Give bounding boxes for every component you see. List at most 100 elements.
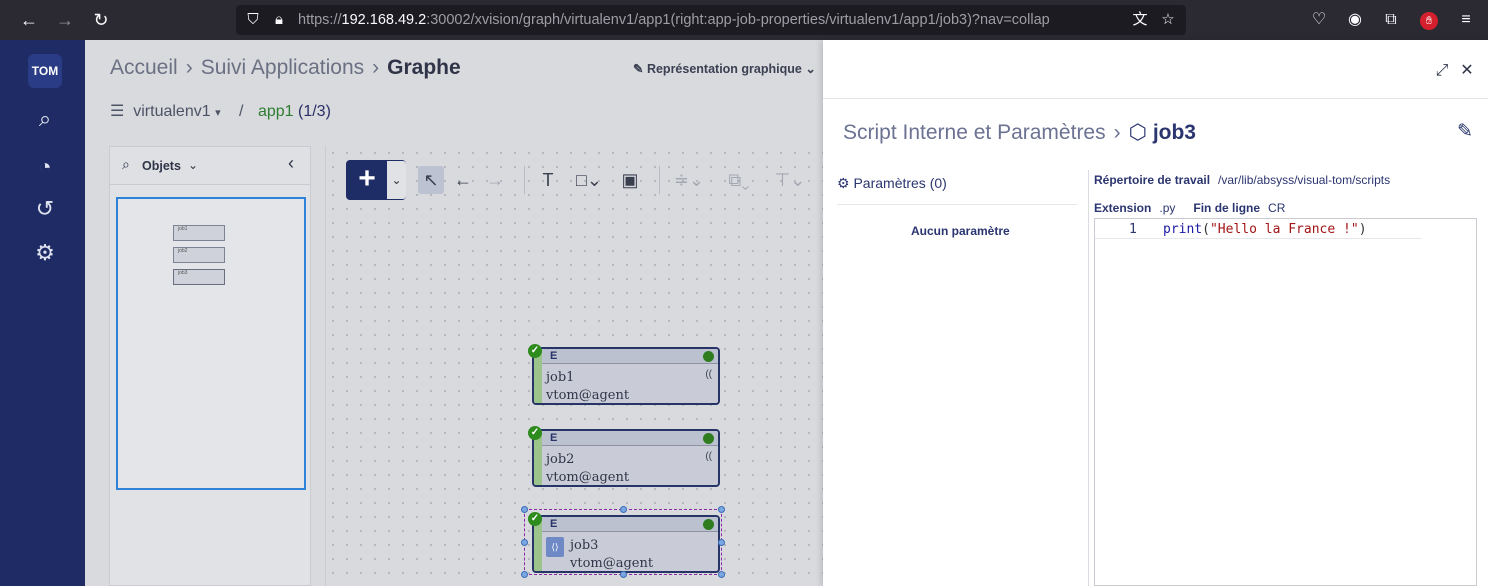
redo-arrow-icon[interactable]: → xyxy=(482,166,508,194)
job-type: E xyxy=(550,350,558,362)
resize-handle[interactable] xyxy=(521,506,528,513)
job-node-job2[interactable]: E job2 (( vtom@agent xyxy=(532,429,720,487)
objects-panel: ⌕ Objets ⌄ ‹ job1 job2 job3 xyxy=(109,146,311,586)
extension-row: Extension .py Fin de ligne CR xyxy=(1094,201,1286,215)
objects-header: ⌕ Objets ⌄ ‹ xyxy=(110,147,310,185)
job-node-job1[interactable]: E job1 (( vtom@agent xyxy=(532,347,720,405)
environment-select[interactable]: virtualenv1 xyxy=(133,103,210,120)
extension-hand-icon[interactable]: ✋︎ xyxy=(1417,8,1441,32)
collapse-chevron-left-icon[interactable]: ‹ xyxy=(288,153,294,174)
pocket-icon[interactable]: ♡ xyxy=(1307,8,1331,32)
search-objects-icon[interactable]: ⌕ xyxy=(28,104,62,134)
clock-icon xyxy=(703,433,714,444)
resize-handle[interactable] xyxy=(718,539,725,546)
chevron-down-icon[interactable]: ⌄ xyxy=(387,161,406,199)
shield-icon[interactable]: ⛉ xyxy=(242,9,264,31)
type-strip xyxy=(542,349,718,364)
resize-handle[interactable] xyxy=(620,506,627,513)
job-agent: vtom@agent xyxy=(546,388,630,403)
duplicate-icon[interactable]: ⧉⌄ xyxy=(722,166,756,194)
breadcrumb-current: Graphe xyxy=(387,56,461,79)
list-icon: ☰ xyxy=(110,103,125,120)
representation-dropdown[interactable]: ✎ Représentation graphique ⌄ xyxy=(633,61,816,76)
search-icon[interactable]: ⌕ xyxy=(122,156,130,173)
account-icon[interactable]: ◉ xyxy=(1343,8,1367,32)
column-divider xyxy=(1088,170,1089,586)
minimap[interactable]: job1 job2 job3 xyxy=(116,197,306,490)
environment-row: ☰ virtualenv1 ▾ / app1 (1/3) xyxy=(110,103,331,120)
minimap-node: job2 xyxy=(173,247,225,263)
translate-icon[interactable]: 文 xyxy=(1129,9,1151,31)
resize-handle[interactable] xyxy=(521,571,528,578)
reload-icon[interactable]: ↻ xyxy=(89,8,113,32)
panel-header: ⤢ ✕ xyxy=(823,40,1488,99)
job-agent: vtom@agent xyxy=(570,556,654,571)
layout-tree-icon[interactable]: ⊤⌄ xyxy=(770,166,810,194)
success-check-icon: ✓ xyxy=(528,426,542,440)
workdir-row: Répertoire de travail/var/lib/absyss/vis… xyxy=(1094,173,1391,187)
align-icon[interactable]: ≑⌄ xyxy=(672,166,706,194)
toolbar-divider xyxy=(524,166,525,194)
objects-dropdown[interactable]: Objets xyxy=(142,159,181,173)
main-area: Accueil › Suivi Applications › Graphe ✎ Repr… xyxy=(85,40,823,586)
address-bar[interactable]: ⛉ 🔒︎ https://192.168.49.2:30002/xvision/… xyxy=(236,5,1186,35)
shape-tool-icon[interactable]: □⌄ xyxy=(572,166,606,194)
tom-logo[interactable]: TOM xyxy=(28,54,62,88)
success-check-icon: ✓ xyxy=(528,344,542,358)
lock-icon[interactable]: 🔒︎ xyxy=(268,9,290,31)
text-tool-icon[interactable]: T xyxy=(535,166,561,194)
breadcrumb-home[interactable]: Accueil xyxy=(110,56,178,79)
undo-arrow-icon[interactable]: ← xyxy=(450,166,476,194)
history-icon[interactable]: ↺ xyxy=(28,194,62,224)
minimap-node: job1 xyxy=(173,225,225,241)
script-icon: ⟨⟩ xyxy=(546,537,564,557)
extensions-icon[interactable]: ⧉ xyxy=(1379,8,1403,32)
back-arrow-icon[interactable]: ← xyxy=(17,8,41,32)
job-properties-panel: ⤢ ✕ Script Interne et Paramètres › ⬡ job3 … xyxy=(823,40,1488,586)
job-type: E xyxy=(550,518,558,530)
cube-icon: ⬡ xyxy=(1128,121,1147,144)
settings-gear-icon[interactable]: ⚙︎ xyxy=(28,238,62,268)
resize-handle[interactable] xyxy=(718,506,725,513)
bookmark-star-icon[interactable]: ☆ xyxy=(1157,9,1179,31)
graph-canvas[interactable]: + ⌄ ↖ ← → T □⌄ ▣ ≑⌄ ⧉⌄ ⊤⌄ ✓ E job1 (( vt… xyxy=(325,146,823,586)
code-line: 1 print("Hello la France !") xyxy=(1095,219,1422,239)
clock-icon xyxy=(703,519,714,530)
toolbar-divider xyxy=(659,166,660,194)
script-editor[interactable]: 1 print("Hello la France !") xyxy=(1094,218,1477,586)
edit-pencil-icon[interactable]: ✎ xyxy=(1457,120,1473,143)
divider xyxy=(837,204,1077,205)
dashboard-gauge-icon[interactable]: ◔ xyxy=(28,152,62,182)
url-text[interactable]: https://192.168.49.2:30002/xvision/graph… xyxy=(298,12,1108,28)
app-name[interactable]: app1 xyxy=(258,103,294,120)
app-count: (1/3) xyxy=(298,103,331,120)
app-sidebar: TOM ⌕ ◔ ↺ ⚙︎ xyxy=(0,40,85,586)
breadcrumb: Accueil › Suivi Applications › Graphe xyxy=(110,56,461,79)
resize-handle[interactable] xyxy=(718,571,725,578)
close-icon[interactable]: ✕ xyxy=(1458,62,1476,80)
type-strip xyxy=(542,517,718,532)
minimap-node: job3 xyxy=(173,269,225,285)
menu-hamburger-icon[interactable]: ≡ xyxy=(1454,8,1478,32)
success-check-icon: ✓ xyxy=(528,512,542,526)
job-name-title: job3 xyxy=(1152,121,1196,144)
code-text[interactable]: print("Hello la France !") xyxy=(1163,222,1367,237)
type-strip xyxy=(542,431,718,446)
resize-handle[interactable] xyxy=(620,571,627,578)
add-button[interactable]: + ⌄ xyxy=(346,160,406,200)
job-node-job3[interactable]: E ⟨⟩ job3 vtom@agent xyxy=(532,515,720,573)
expand-icon[interactable]: ⤢ xyxy=(1433,62,1451,80)
pointer-icon[interactable]: ↖ xyxy=(418,166,444,194)
parameters-header[interactable]: ⚙︎ Paramètres (0) xyxy=(837,175,947,192)
image-tool-icon[interactable]: ▣ xyxy=(617,166,643,194)
breadcrumb-apps[interactable]: Suivi Applications xyxy=(201,56,364,79)
resize-handle[interactable] xyxy=(521,539,528,546)
chevron-down-icon[interactable]: ⌄ xyxy=(188,158,198,172)
line-number: 1 xyxy=(1129,222,1137,237)
job-name: job3 xyxy=(570,538,599,553)
forward-arrow-icon[interactable]: → xyxy=(53,8,77,32)
plus-icon: + xyxy=(358,162,376,195)
job-type: E xyxy=(550,432,558,444)
job-name: job2 xyxy=(546,452,575,467)
no-parameters-text: Aucun paramètre xyxy=(911,224,1010,238)
